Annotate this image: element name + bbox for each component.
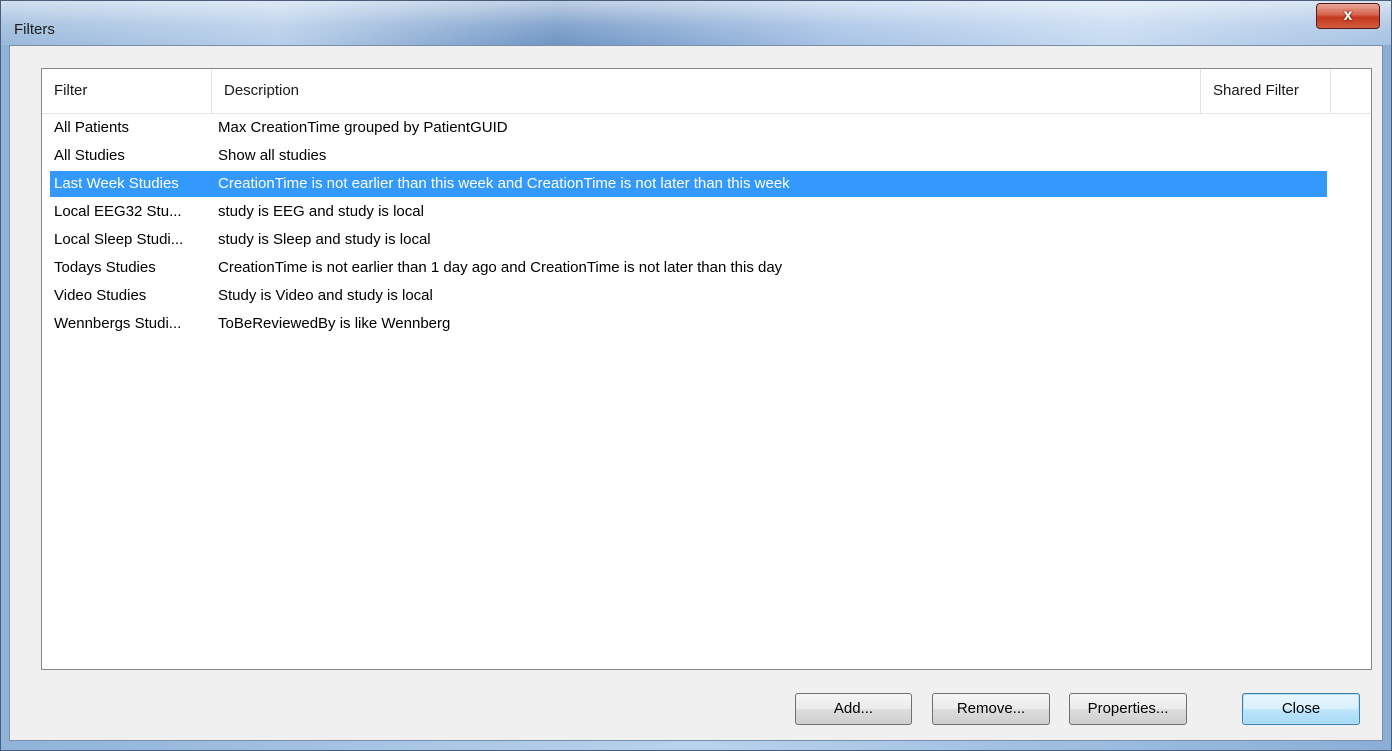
row-description: Study is Video and study is local — [218, 287, 433, 304]
close-icon: x — [1343, 7, 1353, 24]
column-header-shared-filter[interactable]: Shared Filter — [1201, 69, 1331, 113]
row-description: study is EEG and study is local — [218, 203, 424, 220]
list-row[interactable]: All Studies Show all studies — [42, 142, 1371, 170]
window-close-button[interactable]: x — [1316, 3, 1380, 29]
row-filter-name: Todays Studies — [54, 259, 156, 276]
filters-list[interactable]: Filter Description Shared Filter All Pat… — [41, 68, 1372, 670]
row-description: CreationTime is not earlier than 1 day a… — [218, 259, 783, 276]
row-filter-name: All Patients — [54, 119, 130, 136]
title-bar[interactable]: Filters x — [1, 1, 1391, 45]
list-row[interactable]: Wennbergs Studi... ToBeReviewedBy is lik… — [42, 310, 1371, 338]
column-header-filter[interactable]: Filter — [42, 69, 212, 113]
row-filter-name: Local Sleep Studi... — [54, 231, 184, 248]
list-row[interactable]: Todays Studies CreationTime is not earli… — [42, 254, 1371, 282]
list-row[interactable]: Local EEG32 Stu... study is EEG and stud… — [42, 198, 1371, 226]
row-filter-name: All Studies — [54, 147, 125, 164]
list-row[interactable]: All Patients Max CreationTime grouped by… — [42, 114, 1371, 142]
list-row[interactable]: Video Studies Study is Video and study i… — [42, 282, 1371, 310]
row-filter-name: Wennbergs Studi... — [54, 315, 182, 332]
list-row[interactable]: Last Week Studies CreationTime is not ea… — [42, 170, 1371, 198]
row-description: study is Sleep and study is local — [218, 231, 431, 248]
row-description: CreationTime is not earlier than this we… — [218, 175, 790, 192]
dialog-client-area: Filter Description Shared Filter All Pat… — [9, 45, 1383, 741]
column-header-description[interactable]: Description — [212, 69, 1201, 113]
close-button[interactable]: Close — [1242, 693, 1360, 725]
properties-button[interactable]: Properties... — [1069, 693, 1187, 725]
add-button[interactable]: Add... — [795, 693, 912, 725]
list-header: Filter Description Shared Filter — [42, 69, 1371, 114]
row-description: Max CreationTime grouped by PatientGUID — [218, 119, 508, 136]
list-row[interactable]: Local Sleep Studi... study is Sleep and … — [42, 226, 1371, 254]
row-filter-name: Video Studies — [54, 287, 147, 304]
row-filter-name: Last Week Studies — [54, 175, 179, 192]
filters-dialog: Filters x Filter Description Shared Filt… — [0, 0, 1392, 751]
row-filter-name: Local EEG32 Stu... — [54, 203, 182, 220]
remove-button[interactable]: Remove... — [932, 693, 1050, 725]
window-title: Filters — [14, 21, 55, 38]
row-description: ToBeReviewedBy is like Wennberg — [218, 315, 451, 332]
row-description: Show all studies — [218, 147, 327, 164]
